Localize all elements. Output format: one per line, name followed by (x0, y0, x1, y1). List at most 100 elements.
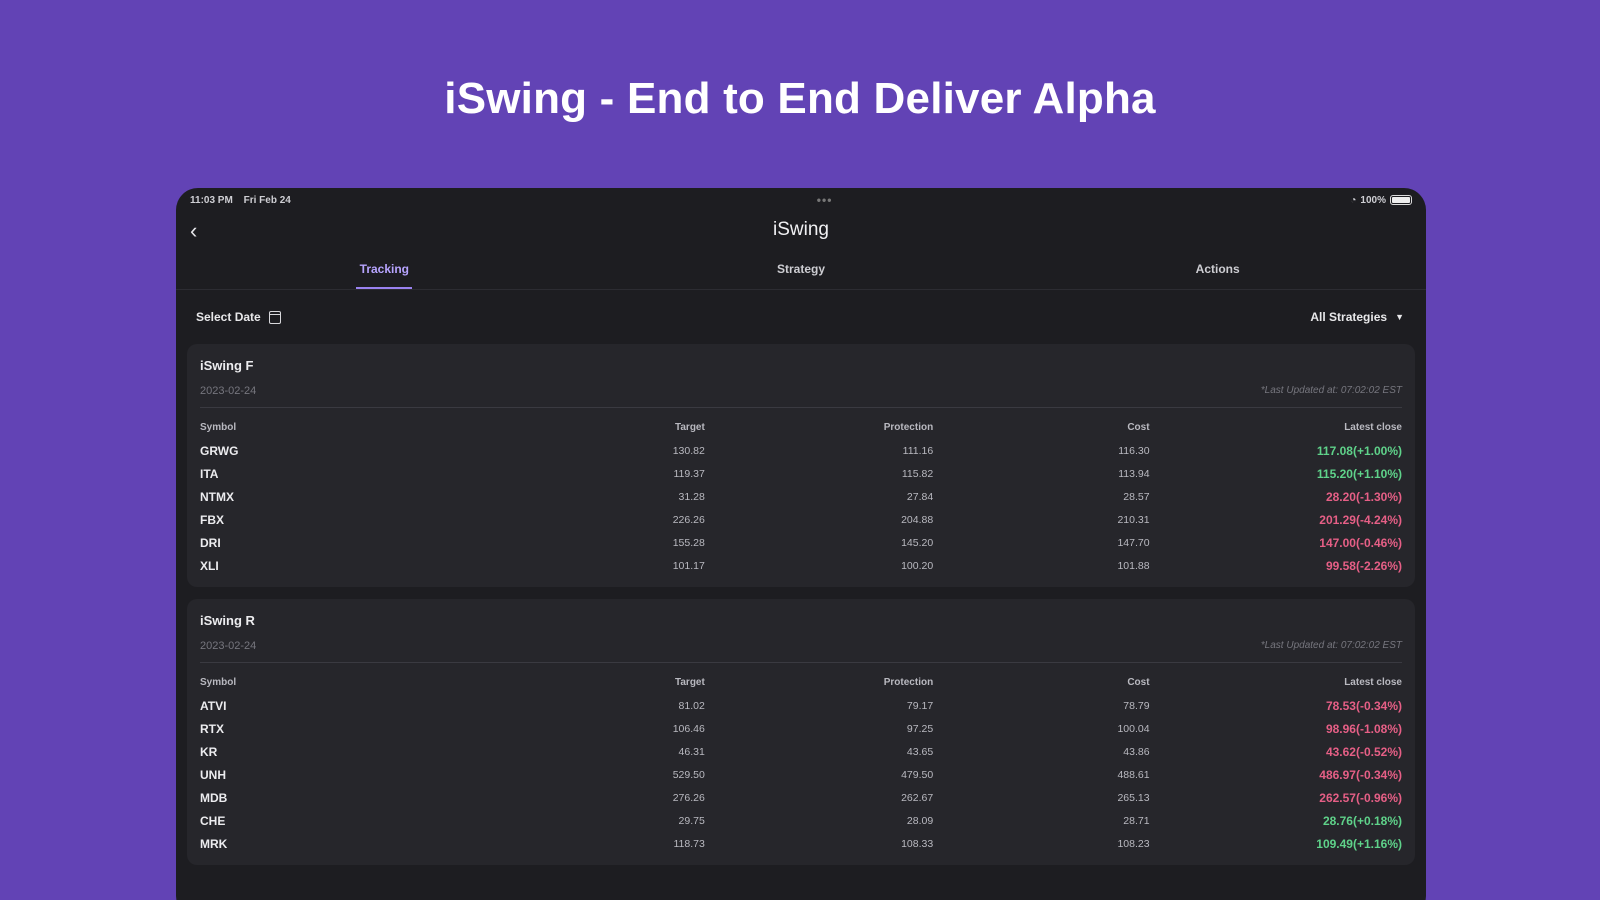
table-row[interactable]: RTX 106.46 97.25 100.04 98.96(-1.08%) (200, 717, 1402, 740)
positions-table: Symbol Target Protection Cost Latest close G… (200, 420, 1402, 577)
cell-symbol: NTMX (200, 489, 234, 504)
cell-cost: 210.31 (1117, 513, 1150, 526)
table-header-row: Symbol Target Protection Cost Latest close (200, 420, 1402, 439)
cell-protection: 27.84 (906, 490, 934, 503)
chevron-down-icon: ▼ (1395, 312, 1404, 322)
strategy-card: iSwing R 2023-02-24 *Last Updated at: 07… (187, 599, 1415, 865)
header-target: Target (675, 422, 705, 433)
cell-protection: 108.33 (901, 837, 934, 850)
cell-protection: 479.50 (901, 768, 934, 781)
table-row[interactable]: MRK 118.73 108.33 108.23 109.49(+1.16%) (200, 832, 1402, 855)
cell-latest-close: 109.49(+1.16%) (1316, 836, 1402, 851)
table-row[interactable]: MDB 276.26 262.67 265.13 262.57(-0.96%) (200, 786, 1402, 809)
cell-protection: 204.88 (901, 513, 934, 526)
table-row[interactable]: ATVI 81.02 79.17 78.79 78.53(-0.34%) (200, 694, 1402, 717)
cell-target: 31.28 (678, 490, 705, 503)
cell-target: 46.31 (678, 745, 705, 758)
cell-target: 119.37 (673, 467, 705, 480)
tab-strategy[interactable]: Strategy (593, 248, 1010, 289)
card-last-updated: *Last Updated at: 07:02:02 EST (1260, 640, 1402, 651)
multitask-dots-icon[interactable]: ••• (817, 193, 833, 207)
table-row[interactable]: FBX 226.26 204.88 210.31 201.29(-4.24%) (200, 508, 1402, 531)
card-meta: 2023-02-24 *Last Updated at: 07:02:02 ES… (200, 385, 1402, 408)
cell-latest-close: 117.08(+1.00%) (1316, 443, 1402, 458)
cell-symbol: MRK (200, 836, 228, 851)
cell-target: 29.75 (678, 814, 705, 827)
table-row[interactable]: UNH 529.50 479.50 488.61 486.97(-0.34%) (200, 763, 1402, 786)
cell-latest-close: 201.29(-4.24%) (1319, 512, 1402, 527)
cell-cost: 100.04 (1117, 722, 1150, 735)
status-bar: 11:03 PM Fri Feb 24 ••• ◔ 100% (176, 188, 1426, 212)
status-time: 11:03 PM (190, 194, 233, 206)
cell-cost: 113.94 (1118, 467, 1150, 480)
strategy-dropdown-label: All Strategies (1310, 310, 1388, 324)
tab-actions[interactable]: Actions (1009, 248, 1426, 289)
cell-cost: 43.86 (1123, 745, 1150, 758)
status-date: Fri Feb 24 (243, 194, 291, 206)
header-cost: Cost (1127, 422, 1150, 433)
cell-latest-close: 28.20(-1.30%) (1325, 489, 1402, 504)
cell-cost: 488.61 (1117, 768, 1150, 781)
cell-target: 226.26 (672, 513, 705, 526)
tab-tracking[interactable]: Tracking (176, 248, 593, 289)
cell-latest-close: 98.96(-1.08%) (1325, 721, 1402, 736)
header-target: Target (675, 677, 705, 688)
table-row[interactable]: KR 46.31 43.65 43.86 43.62(-0.52%) (200, 740, 1402, 763)
cell-target: 81.02 (678, 699, 705, 712)
strategy-cards: iSwing F 2023-02-24 *Last Updated at: 07… (176, 344, 1426, 865)
cell-cost: 28.71 (1123, 814, 1150, 827)
cell-latest-close: 78.53(-0.34%) (1325, 698, 1402, 713)
back-arrow-icon[interactable]: ‹ (190, 218, 197, 244)
cell-symbol: ATVI (200, 698, 227, 713)
table-row[interactable]: CHE 29.75 28.09 28.71 28.76(+0.18%) (200, 809, 1402, 832)
cell-symbol: CHE (200, 813, 226, 828)
cell-protection: 145.20 (901, 536, 934, 549)
nav-title: iSwing (773, 219, 829, 240)
strategy-dropdown[interactable]: All Strategies ▼ (1310, 310, 1404, 324)
cell-cost: 101.88 (1117, 559, 1150, 572)
table-row[interactable]: ITA 119.37 115.82 113.94 115.20(+1.10%) (200, 462, 1402, 485)
nav-bar: ‹ iSwing (176, 212, 1426, 248)
page-headline: iSwing - End to End Deliver Alpha (444, 74, 1156, 123)
cell-symbol: ITA (200, 466, 219, 481)
cell-cost: 116.30 (1118, 444, 1150, 457)
table-header-row: Symbol Target Protection Cost Latest close (200, 675, 1402, 694)
select-date-label: Select Date (196, 310, 261, 324)
cell-latest-close: 486.97(-0.34%) (1319, 767, 1402, 782)
cell-symbol: UNH (200, 767, 226, 782)
wifi-icon: ◔ (1350, 194, 1357, 206)
cell-latest-close: 262.57(-0.96%) (1319, 790, 1402, 805)
cell-target: 529.50 (672, 768, 705, 781)
table-row[interactable]: NTMX 31.28 27.84 28.57 28.20(-1.30%) (200, 485, 1402, 508)
filter-row: Select Date All Strategies ▼ (176, 290, 1426, 344)
cell-protection: 97.25 (906, 722, 934, 735)
cell-cost: 265.13 (1117, 791, 1150, 804)
header-cost: Cost (1127, 677, 1150, 688)
battery-percent: 100% (1360, 194, 1386, 206)
table-row[interactable]: DRI 155.28 145.20 147.70 147.00(-0.46%) (200, 531, 1402, 554)
header-symbol: Symbol (200, 677, 237, 688)
cell-cost: 78.79 (1123, 699, 1150, 712)
table-row[interactable]: GRWG 130.82 111.16 116.30 117.08(+1.00%) (200, 439, 1402, 462)
cell-target: 130.82 (672, 444, 705, 457)
card-title: iSwing R (200, 613, 255, 628)
header-protection: Protection (883, 677, 934, 688)
calendar-icon (268, 310, 281, 324)
cell-latest-close: 28.76(+0.18%) (1322, 813, 1402, 828)
cell-protection: 79.17 (906, 699, 934, 712)
cell-protection: 43.65 (906, 745, 934, 758)
cell-protection: 262.67 (901, 791, 934, 804)
card-date: 2023-02-24 (200, 640, 257, 652)
cell-protection: 115.82 (901, 467, 934, 480)
cell-latest-close: 147.00(-0.46%) (1319, 535, 1402, 550)
tablet-screen: 11:03 PM Fri Feb 24 ••• ◔ 100% ‹ iSwing … (176, 188, 1426, 900)
card-last-updated: *Last Updated at: 07:02:02 EST (1260, 385, 1402, 396)
cell-cost: 147.70 (1117, 536, 1150, 549)
table-row[interactable]: XLI 101.17 100.20 101.88 99.58(-2.26%) (200, 554, 1402, 577)
cell-latest-close: 115.20(+1.10%) (1316, 466, 1402, 481)
cell-target: 101.17 (672, 559, 705, 572)
header-protection: Protection (883, 422, 934, 433)
cell-symbol: MDB (200, 790, 228, 805)
cell-symbol: FBX (200, 512, 224, 527)
select-date-button[interactable]: Select Date (196, 310, 281, 324)
